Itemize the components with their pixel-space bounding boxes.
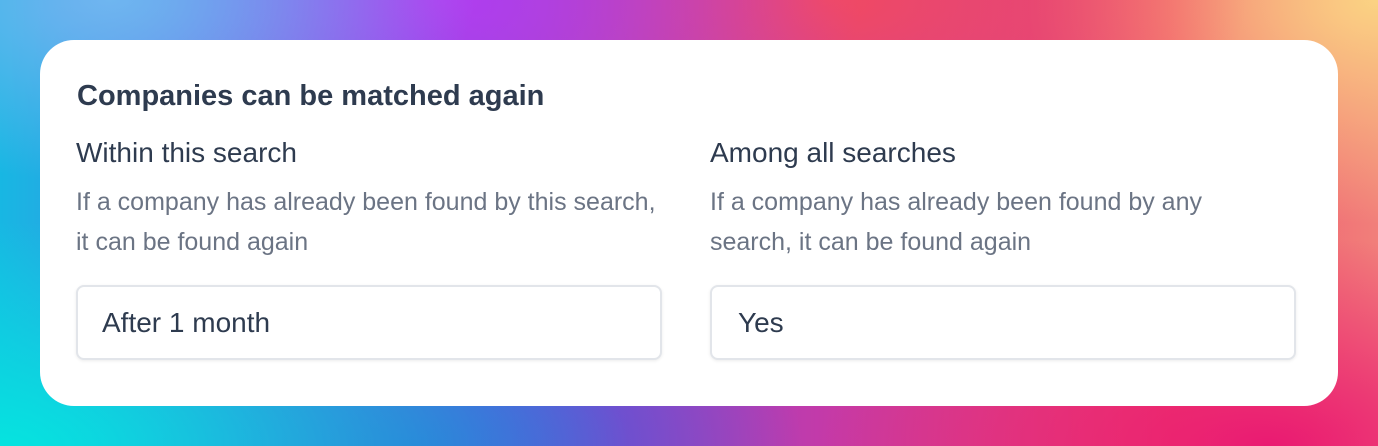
within-search-selected-value: After 1 month [102,306,271,338]
settings-card: Companies can be matched again Within th… [40,40,1338,406]
within-search-section: Within this search If a company has alre… [76,136,662,360]
among-all-searches-select[interactable]: Yes [710,285,1296,360]
among-all-searches-description: If a company has already been found by a… [710,188,1202,256]
among-all-searches-title: Among all searches [710,137,956,168]
among-all-searches-selected-value: Yes [738,306,784,338]
card-title: Companies can be matched again [77,80,545,112]
within-search-description: If a company has already been found by t… [76,188,656,256]
among-all-searches-section: Among all searches If a company has alre… [710,136,1296,360]
within-search-select[interactable]: After 1 month [76,285,662,360]
within-search-title: Within this search [76,137,297,168]
